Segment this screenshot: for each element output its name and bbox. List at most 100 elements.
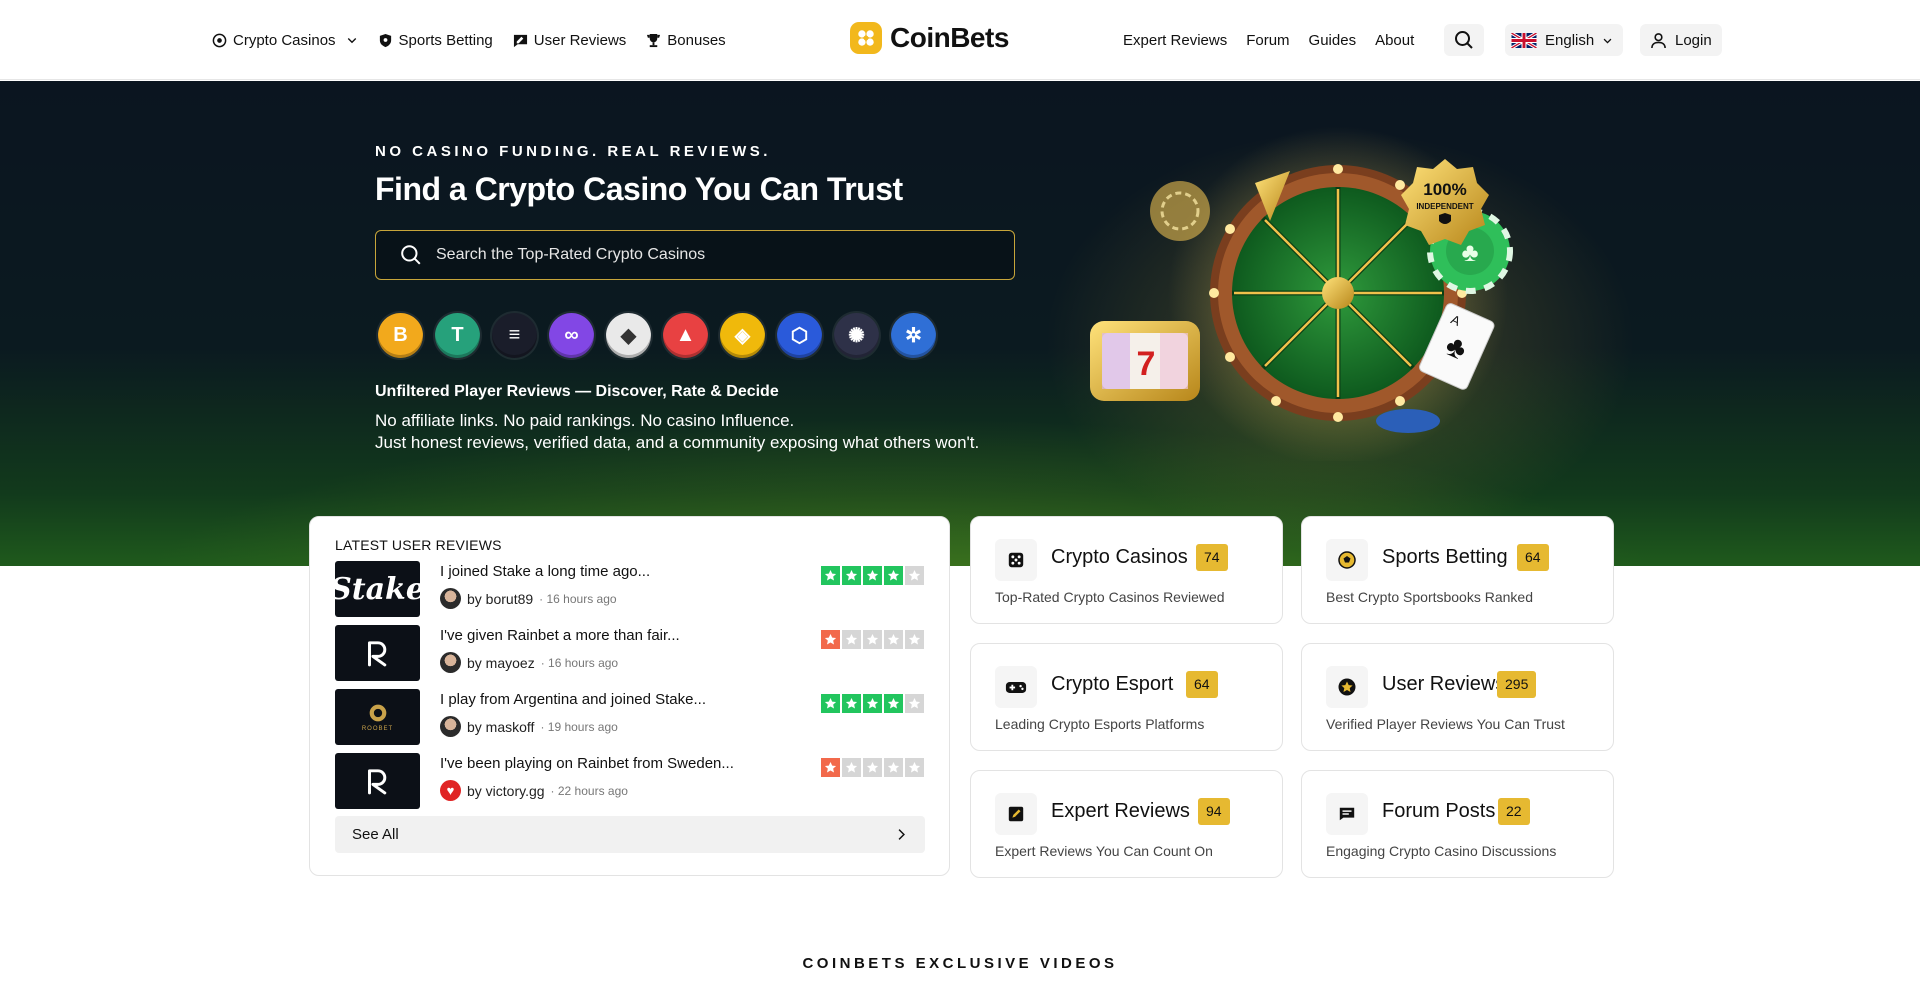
crypto-coin-list: B T ≡ ∞ ◆ ▲ ◈ ⬡ ✺ ✲ — [378, 313, 936, 358]
review-row[interactable]: ROOBET I play from Argentina and joined S… — [335, 689, 924, 753]
roobet-logo-text: ROOBET — [361, 725, 394, 732]
hero-title: Find a Crypto Casino You Can Trust — [375, 171, 903, 207]
chevron-down-icon — [1603, 38, 1612, 43]
nav-guides[interactable]: Guides — [1309, 32, 1357, 49]
star-icon — [842, 694, 861, 713]
nav-crypto-casinos-label: Crypto Casinos — [233, 31, 336, 49]
bitcoin-icon[interactable]: B — [378, 313, 423, 358]
star-icon — [884, 758, 903, 777]
stake-logo-text: Stake — [330, 571, 425, 607]
logo-icon — [850, 22, 882, 54]
language-selector[interactable]: English — [1505, 24, 1624, 56]
category-card[interactable]: Crypto Casinos 74 Top-Rated Crypto Casinos… — [970, 516, 1283, 624]
solana-icon[interactable]: ≡ — [492, 313, 537, 358]
hero-paragraph-1: No affiliate links. No paid rankings. No… — [375, 411, 795, 430]
star-icon — [821, 566, 840, 585]
star-icon — [905, 758, 924, 777]
category-title: Expert Reviews — [1051, 800, 1190, 822]
review-author[interactable]: by mayoez — [467, 655, 535, 671]
star-rating — [821, 694, 924, 713]
hero-section: NO CASINO FUNDING. REAL REVIEWS. Find a … — [0, 81, 1920, 566]
star-icon — [884, 566, 903, 585]
casino-logo — [335, 753, 420, 809]
nav-expert-reviews[interactable]: Expert Reviews — [1123, 32, 1227, 49]
category-title: Sports Betting — [1382, 546, 1508, 568]
review-author[interactable]: by victory.gg — [467, 783, 545, 799]
language-label: English — [1545, 31, 1595, 49]
category-title: User Reviews — [1382, 673, 1506, 695]
review-time: · 16 hours ago — [540, 655, 619, 670]
nav-sports-betting-label: Sports Betting — [398, 31, 493, 49]
star-icon — [842, 630, 861, 649]
avalanche-icon[interactable]: ▲ — [663, 313, 708, 358]
review-meta: by maskoff · 19 hours ago — [440, 716, 618, 737]
latest-reviews-card: LATEST USER REVIEWS Stake I joined Stake … — [309, 516, 950, 876]
star-icon — [821, 630, 840, 649]
review-title[interactable]: I've given Rainbet a more than fair... — [440, 627, 680, 644]
see-all-label: See All — [352, 826, 399, 843]
category-count-badge: 64 — [1517, 544, 1549, 571]
review-row[interactable]: Stake I joined Stake a long time ago... by… — [330, 561, 924, 625]
hero-subtitle: Unfiltered Player Reviews — Discover, Ra… — [375, 383, 779, 400]
hero-eyebrow: NO CASINO FUNDING. REAL REVIEWS. — [375, 143, 771, 160]
category-title: Forum Posts — [1382, 800, 1496, 822]
review-title[interactable]: I've been playing on Rainbet from Sweden… — [440, 755, 734, 772]
search-icon — [1455, 31, 1473, 49]
tether-icon[interactable]: T — [435, 313, 480, 358]
nav-bonuses[interactable]: Bonuses — [646, 31, 726, 49]
category-card[interactable]: Expert Reviews 94 Expert Reviews You Can C… — [970, 770, 1283, 878]
search-button[interactable] — [1444, 24, 1484, 56]
nav-search-container — [1444, 24, 1484, 56]
hero-search-input[interactable] — [436, 246, 996, 264]
star-icon — [884, 694, 903, 713]
star-icon — [842, 758, 861, 777]
category-count-badge: 94 — [1198, 798, 1230, 825]
polygon-icon[interactable]: ∞ — [549, 313, 594, 358]
avatar: ♥ — [440, 780, 461, 801]
category-description: Best Crypto Sportsbooks Ranked — [1326, 589, 1533, 605]
review-time: · 22 hours ago — [550, 783, 628, 798]
user-icon — [1651, 32, 1666, 48]
login-button[interactable]: Login — [1640, 24, 1722, 56]
avatar — [440, 716, 461, 737]
review-author[interactable]: by maskoff — [467, 719, 534, 735]
review-row[interactable]: I've been playing on Rainbet from Sweden… — [335, 753, 924, 817]
category-card[interactable]: User Reviews 295 Verified Player Reviews Y… — [1301, 643, 1614, 751]
cosmos-icon[interactable]: ✺ — [834, 313, 879, 358]
nav-forum[interactable]: Forum — [1246, 32, 1289, 49]
avatar — [440, 652, 461, 673]
brand-logo[interactable]: CoinBets — [850, 22, 1009, 54]
nav-about[interactable]: About — [1375, 32, 1414, 49]
see-all-button[interactable]: See All — [335, 816, 925, 853]
category-card[interactable]: Forum Posts 22 Engaging Crypto Casino Disc… — [1301, 770, 1614, 878]
review-time: · 16 hours ago — [539, 591, 617, 606]
soccer-ball-icon — [1326, 539, 1368, 581]
category-card[interactable]: Sports Betting 64 Best Crypto Sportsbooks … — [1301, 516, 1614, 624]
chevron-right-icon — [898, 829, 905, 840]
casino-logo: ROOBET — [335, 689, 420, 745]
ethereum-icon[interactable]: ◆ — [606, 313, 651, 358]
videos-heading: COINBETS EXCLUSIVE VIDEOS — [802, 955, 1118, 972]
rainbet-logo-icon — [367, 641, 386, 667]
edit-icon — [995, 793, 1037, 835]
bnb-icon[interactable]: ◈ — [720, 313, 765, 358]
review-row[interactable]: I've given Rainbet a more than fair... by… — [335, 625, 924, 689]
svg-text:7: 7 — [1137, 345, 1156, 383]
star-icon — [842, 566, 861, 585]
review-author[interactable]: by borut89 — [467, 591, 533, 607]
star-icon — [905, 630, 924, 649]
cardano-icon[interactable]: ✲ — [891, 313, 936, 358]
svg-text:♣: ♣ — [1461, 237, 1478, 267]
nav-user-reviews[interactable]: User Reviews — [513, 32, 626, 49]
chainlink-icon[interactable]: ⬡ — [777, 313, 822, 358]
category-card[interactable]: Crypto Esport 64 Leading Crypto Esports Pl… — [970, 643, 1283, 751]
casino-chip-icon — [212, 33, 227, 47]
top-navigation: Crypto Casinos Sports Betting User Revie… — [0, 0, 1920, 80]
star-icon — [821, 758, 840, 777]
nav-bonuses-label: Bonuses — [667, 31, 726, 49]
nav-sports-betting[interactable]: Sports Betting — [378, 32, 493, 49]
star-rating — [821, 758, 924, 777]
review-title[interactable]: I play from Argentina and joined Stake..… — [440, 691, 706, 708]
nav-crypto-casinos[interactable]: Crypto Casinos — [212, 32, 358, 49]
review-title[interactable]: I joined Stake a long time ago... — [440, 563, 650, 580]
